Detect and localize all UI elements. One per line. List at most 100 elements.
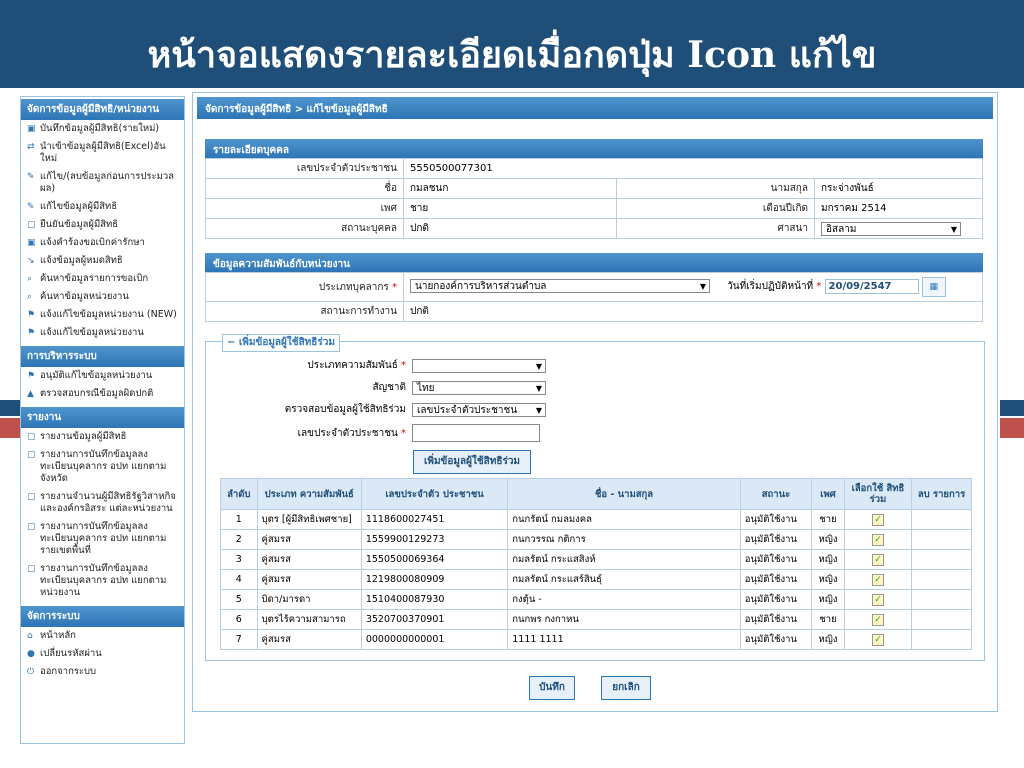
religion-label: ศาสนา <box>616 218 815 239</box>
sidebar-item[interactable]: ✎ แก้ไข/(ลบข้อมูลก่อนการประมวลผล) <box>21 168 184 198</box>
sidebar-item[interactable]: ▢ รายงานการบันทึกข้อมูลลงทะเบียนบุคลากร อ… <box>21 560 184 602</box>
breadcrumb: จัดการข้อมูลผู้มีสิทธิ > แก้ไขข้อมูลผู้ม… <box>197 97 993 119</box>
sidebar-item-label: บันทึกข้อมูลผู้มีสิทธิ(รายใหม่) <box>40 123 160 134</box>
sidebar-item[interactable]: ▢ รายงานจำนวนผู้มีสิทธิรัฐวิสาหกิจและองค์… <box>21 488 184 518</box>
report-icon: ▢ <box>27 450 36 460</box>
search-icon: ⌕ <box>27 292 33 302</box>
add-cobeneficiary-button[interactable]: เพิ่มข้อมูลผู้ใช้สิทธิร่วม <box>413 450 531 474</box>
column-header: สถานะ <box>739 478 813 510</box>
cell-sex: ชาย <box>811 609 845 630</box>
cell-delete[interactable] <box>911 509 972 530</box>
cell-type: คู่สมรส <box>256 569 362 590</box>
home-icon: ⌂ <box>27 631 33 641</box>
sidebar-item[interactable]: ⌂ หน้าหลัก <box>21 627 184 645</box>
cobeneficiary-checkbox[interactable]: ✓ <box>871 613 884 626</box>
sidebar-item[interactable]: ↘ แจ้งข้อมูลผู้หมดสิทธิ <box>21 252 184 270</box>
cobeneficiary-checkbox[interactable]: ✓ <box>871 593 884 606</box>
chevron-down-icon: ▼ <box>535 405 542 415</box>
nationality-select[interactable]: ไทย ▼ <box>412 380 546 395</box>
sidebar-item-label: ค้นหาข้อมูลรายการขอเบิก <box>40 273 149 284</box>
cell-name: กมลรัตน์ กระแสร์สินธุ์ <box>507 569 741 590</box>
calendar-icon[interactable]: ▦ <box>921 277 946 297</box>
sidebar-item[interactable]: ⇄ นำเข้าข้อมูลผู้มีสิทธิ(Excel)อันใหม่ <box>21 138 184 168</box>
sidebar-section-title: รายงาน <box>21 407 184 428</box>
sidebar-item[interactable]: ▢ รายงานการบันทึกข้อมูลลงทะเบียนบุคลากร อ… <box>21 518 184 560</box>
cell-status: อนุมัติใช้งาน <box>739 529 813 550</box>
cell-sex: หญิง <box>811 589 845 610</box>
surname-label: นามสกุล <box>616 178 815 199</box>
table-row: 2 คู่สมรส 1559900129273 กนกวรรณ กติการ อนุมั… <box>220 529 972 550</box>
sidebar-item-label: แจ้งแก้ไขข้อมูลหน่วยงาน <box>40 327 144 338</box>
cell-delete[interactable] <box>911 549 972 570</box>
required-mark: * <box>392 281 397 293</box>
sidebar-item-label: รายงานการบันทึกข้อมูลลงทะเบียนบุคลากร อป… <box>40 521 167 556</box>
cobeneficiary-checkbox[interactable]: ✓ <box>871 533 884 546</box>
sidebar-item[interactable]: ▲ ตรวจสอบกรณีข้อมูลผิดปกติ <box>21 385 184 403</box>
cobeneficiary-id-input[interactable] <box>412 424 540 442</box>
table-row: 7 คู่สมรส 0000000000001 1111 1111 อนุมัติใช้… <box>220 629 972 650</box>
cell-id: 1219800080909 <box>360 569 509 590</box>
cobeneficiary-checkbox[interactable]: ✓ <box>871 513 884 526</box>
report-icon: ▢ <box>27 522 36 532</box>
cell-delete[interactable] <box>911 569 972 590</box>
sidebar-item[interactable]: ▣ บันทึกข้อมูลผู้มีสิทธิ(รายใหม่) <box>21 120 184 138</box>
cell-delete[interactable] <box>911 529 972 550</box>
sidebar-item-label: แจ้งข้อมูลผู้หมดสิทธิ <box>40 255 123 266</box>
sidebar-menu: จัดการข้อมูลผู้มีสิทธิ/หน่วยงาน ▣ บันทึกข้… <box>20 96 185 744</box>
main-panel: จัดการข้อมูลผู้มีสิทธิ > แก้ไขข้อมูลผู้ม… <box>192 92 998 712</box>
cell-delete[interactable] <box>911 589 972 610</box>
cell-type: คู่สมรส <box>256 629 362 650</box>
cell-delete[interactable] <box>911 609 972 630</box>
required-mark: * <box>816 281 822 292</box>
sidebar-item[interactable]: ✎ แก้ไขข้อมูลผู้มีสิทธิ <box>21 198 184 216</box>
flag-icon: ⚑ <box>27 371 36 381</box>
sidebar-item[interactable]: ⌕ ค้นหาข้อมูลรายการขอเบิก <box>21 270 184 288</box>
sidebar-item[interactable]: ⚑ แจ้งแก้ไขข้อมูลหน่วยงาน (NEW) <box>21 306 184 324</box>
start-date-input[interactable]: 20/09/2547 <box>824 279 919 294</box>
religion-select[interactable]: อิสลาม ▼ <box>821 221 961 236</box>
cell-no: 4 <box>220 569 258 590</box>
sidebar-item[interactable]: ⚑ อนุมัติแก้ไขข้อมูลหน่วยงาน <box>21 367 184 385</box>
edit-icon: ✎ <box>27 172 35 182</box>
cell-delete[interactable] <box>911 629 972 650</box>
cobeneficiary-checkbox[interactable]: ✓ <box>871 553 884 566</box>
sidebar-item-label: แจ้งคำร้องขอเบิกค่ารักษา <box>40 237 145 248</box>
sidebar-item[interactable]: ⚑ แจ้งแก้ไขข้อมูลหน่วยงาน <box>21 324 184 342</box>
cell-id: 1510400087930 <box>360 589 509 610</box>
employee-type-select[interactable]: นายกองค์การบริหารส่วนตำบล ▼ <box>410 279 710 293</box>
edit-icon: ✎ <box>27 202 35 212</box>
cell-status: อนุมัติใช้งาน <box>739 609 813 630</box>
column-header: ชื่อ - นามสกุล <box>507 478 741 510</box>
sidebar-item[interactable]: ▢ ยืนยันข้อมูลผู้มีสิทธิ <box>21 216 184 234</box>
collapse-icon[interactable]: − <box>227 337 235 348</box>
check-type-select[interactable]: เลขประจำตัวประชาชน ▼ <box>412 402 546 417</box>
sidebar-item-label: ค้นหาข้อมูลหน่วยงาน <box>40 291 129 302</box>
relation-section-title: ข้อมูลความสัมพันธ์กับหน่วยงาน <box>205 253 983 272</box>
sidebar-item[interactable]: ⏻ ออกจากระบบ <box>21 663 184 681</box>
cancel-button[interactable]: ยกเลิก <box>601 676 651 700</box>
lock-icon: ● <box>27 649 35 659</box>
save-button[interactable]: บันทึก <box>529 676 575 700</box>
status-value: ปกติ <box>403 218 617 239</box>
sidebar-item[interactable]: ▢ รายงานข้อมูลผู้มีสิทธิ <box>21 428 184 446</box>
sidebar-item[interactable]: ▣ แจ้งคำร้องขอเบิกค่ารักษา <box>21 234 184 252</box>
cell-no: 3 <box>220 549 258 570</box>
cobeneficiary-checkbox[interactable]: ✓ <box>871 573 884 586</box>
save-icon: ▣ <box>27 238 36 248</box>
cobeneficiary-checkbox[interactable]: ✓ <box>871 633 884 646</box>
sex-value: ชาย <box>403 198 617 219</box>
power-icon: ⏻ <box>27 667 35 677</box>
cobeneficiary-id-label: เลขประจำตัวประชาชน <box>297 427 398 439</box>
sidebar-item[interactable]: ● เปลี่ยนรหัสผ่าน <box>21 645 184 663</box>
birth-value: มกราคม 2514 <box>814 198 983 219</box>
sidebar-item[interactable]: ⌕ ค้นหาข้อมูลหน่วยงาน <box>21 288 184 306</box>
decor-bar-right-red <box>1000 418 1024 438</box>
column-header: เพศ <box>811 478 845 510</box>
sidebar-item-label: แก้ไข/(ลบข้อมูลก่อนการประมวลผล) <box>40 171 174 194</box>
sidebar-item-label: นำเข้าข้อมูลผู้มีสิทธิ(Excel)อันใหม่ <box>40 141 166 164</box>
relation-type-select[interactable]: ▼ <box>412 358 546 373</box>
sidebar-item[interactable]: ▢ รายงานการบันทึกข้อมูลลงทะเบียนบุคลากร อ… <box>21 446 184 488</box>
cell-id: 1118600027451 <box>360 509 509 530</box>
decor-bar-left-red <box>0 418 22 438</box>
sex-label: เพศ <box>205 198 404 219</box>
